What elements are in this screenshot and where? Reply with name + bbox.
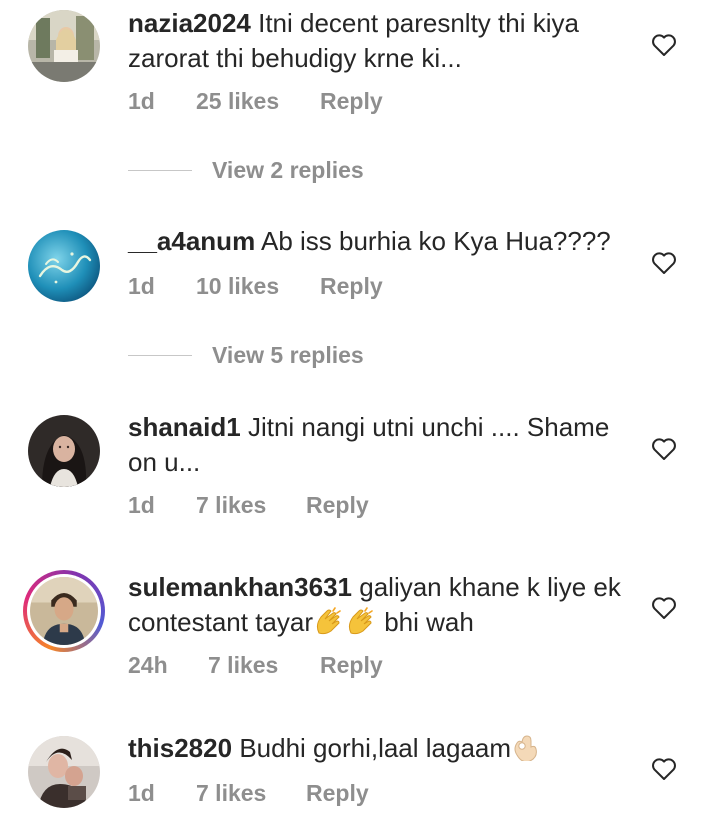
username-link[interactable]: shanaid1: [128, 412, 241, 442]
heart-icon[interactable]: [651, 251, 677, 275]
comment-meta: 1d 25 likes Reply: [128, 88, 383, 115]
comment-time: 1d: [128, 88, 155, 114]
avatar-image: [30, 577, 98, 645]
avatar[interactable]: [28, 415, 100, 487]
avatar[interactable]: [23, 570, 105, 652]
view-replies-label: View 2 replies: [212, 157, 364, 183]
likes-count[interactable]: 7 likes: [196, 780, 306, 807]
username-link[interactable]: this2820: [128, 733, 232, 763]
comment-text: this2820 Budhi gorhi,laal lagaam: [128, 731, 628, 766]
heart-icon[interactable]: [651, 437, 677, 461]
comment-text: __a4anum Ab iss burhia ko Kya Hua????: [128, 224, 628, 259]
likes-count[interactable]: 25 likes: [196, 88, 320, 115]
reply-button[interactable]: Reply: [306, 492, 369, 519]
view-replies-label: View 5 replies: [212, 342, 364, 368]
comment-time: 1d: [128, 492, 155, 518]
comment-body: Budhi gorhi,laal lagaam: [239, 733, 512, 763]
username-link[interactable]: nazia2024: [128, 8, 251, 38]
comment-time: 24h: [128, 652, 168, 678]
avatar[interactable]: [28, 230, 100, 302]
replies-divider: [128, 170, 192, 171]
username-link[interactable]: sulemankhan3631: [128, 572, 352, 602]
view-replies-button[interactable]: View 5 replies: [128, 342, 364, 369]
comment-meta: 1d 10 likes Reply: [128, 273, 383, 300]
heart-icon[interactable]: [651, 596, 677, 620]
comment-text: sulemankhan3631 galiyan khane k liye ek …: [128, 570, 628, 640]
comment-time: 1d: [128, 273, 155, 299]
clapping-hands-emoji: [316, 607, 373, 635]
ok-hand-emoji: [514, 735, 537, 761]
comment-meta: 1d 7 likes Reply: [128, 492, 369, 519]
likes-count[interactable]: 7 likes: [196, 492, 306, 519]
avatar[interactable]: [28, 736, 100, 808]
reply-button[interactable]: Reply: [306, 780, 369, 807]
reply-button[interactable]: Reply: [320, 652, 383, 679]
comment-body: Ab iss burhia ko Kya Hua????: [260, 226, 611, 256]
comment-body-end: bhi wah: [377, 607, 474, 637]
reply-button[interactable]: Reply: [320, 88, 383, 115]
comment-meta: 24h 7 likes Reply: [128, 652, 383, 679]
reply-button[interactable]: Reply: [320, 273, 383, 300]
likes-count[interactable]: 7 likes: [208, 652, 320, 679]
replies-divider: [128, 355, 192, 356]
view-replies-button[interactable]: View 2 replies: [128, 157, 364, 184]
heart-icon[interactable]: [651, 33, 677, 57]
comment-time: 1d: [128, 780, 155, 806]
comment-text: shanaid1 Jitni nangi utni unchi .... Sha…: [128, 410, 628, 480]
username-link[interactable]: __a4anum: [128, 226, 255, 256]
comment-text: nazia2024 Itni decent paresnlty thi kiya…: [128, 6, 628, 76]
comment-meta: 1d 7 likes Reply: [128, 780, 369, 807]
likes-count[interactable]: 10 likes: [196, 273, 320, 300]
heart-icon[interactable]: [651, 757, 677, 781]
story-ring: [27, 574, 101, 648]
avatar[interactable]: [28, 10, 100, 82]
